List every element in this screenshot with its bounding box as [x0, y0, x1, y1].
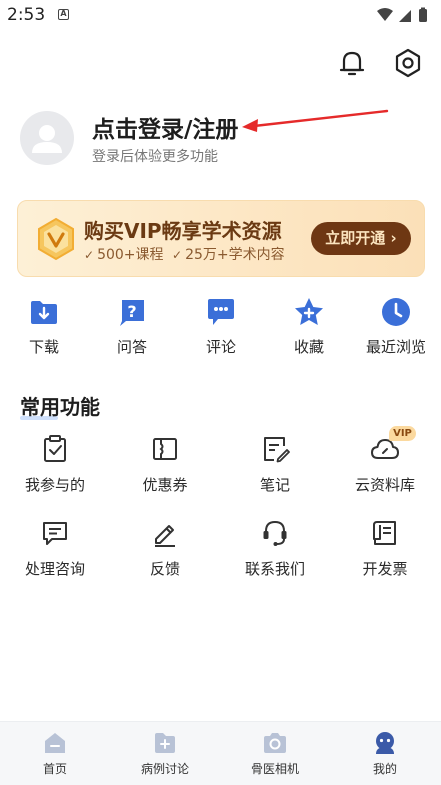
function-coupons[interactable]: 优惠券 [110, 434, 220, 495]
quick-action-qa[interactable]: ? 问答 [92, 296, 172, 357]
coupon-icon [153, 438, 177, 460]
home-icon [45, 733, 65, 753]
headset-icon [263, 520, 287, 546]
download-icon [31, 301, 57, 324]
nav-label: 骨医相机 [250, 762, 299, 776]
nav-case-discussion[interactable]: 病例讨论 [125, 730, 205, 777]
clipboard-check-icon [44, 435, 66, 462]
function-label: 反馈 [149, 560, 180, 578]
status-time: 2:53 [7, 5, 46, 25]
function-feedback[interactable]: 反馈 [110, 518, 220, 579]
status-system-icons [377, 7, 427, 22]
function-contact-us[interactable]: 联系我们 [220, 518, 330, 579]
quick-action-download[interactable]: 下载 [4, 296, 84, 357]
quick-action-favorites[interactable]: 收藏 [269, 296, 349, 357]
quick-action-comment[interactable]: 评论 [181, 296, 261, 357]
notification-a-icon: A [58, 9, 69, 20]
vip-title: 购买VIP畅享学术资源 [84, 219, 282, 243]
function-my-participation[interactable]: 我参与的 [0, 434, 110, 495]
pen-icon [155, 525, 175, 547]
nav-label: 我的 [372, 762, 397, 776]
bell-icon[interactable] [335, 46, 369, 80]
vip-feature-content: ✓ 25万+学术内容 [172, 247, 285, 263]
note-icon [264, 437, 290, 463]
function-label: 笔记 [259, 476, 290, 494]
clock-icon [382, 298, 410, 326]
function-label: 开发票 [362, 560, 408, 578]
section-title: 常用功能 [20, 395, 100, 419]
annotation-arrow [242, 109, 389, 132]
function-cloud-library[interactable]: 云资料库 [330, 434, 440, 495]
function-label: 处理咨询 [24, 560, 85, 578]
quick-action-recent[interactable]: 最近浏览 [356, 296, 436, 357]
settings-gear-icon[interactable] [391, 46, 425, 80]
login-register-link[interactable]: 点击登录/注册 [92, 110, 238, 144]
invoice-icon [373, 521, 396, 545]
question-icon: ? [120, 300, 144, 326]
vip-tag-badge: VIP [389, 426, 416, 441]
battery-icon [419, 9, 427, 22]
quick-action-label: 收藏 [293, 338, 324, 356]
nav-camera[interactable]: 骨医相机 [235, 730, 315, 777]
nav-label: 病例讨论 [140, 762, 189, 776]
vip-banner[interactable]: 购买VIP畅享学术资源 ✓ 500+课程 ✓ 25万+学术内容 立即开通 › [17, 200, 425, 277]
quick-action-label: 下载 [28, 338, 59, 356]
profile-icon [376, 732, 394, 754]
status-bar: 2:53 A [0, 0, 441, 30]
check-icon: ✓ [84, 248, 95, 262]
quick-action-label: 评论 [205, 338, 236, 356]
quick-action-label: 问答 [116, 338, 147, 356]
nav-label: 首页 [42, 762, 67, 776]
camera-icon [264, 733, 286, 753]
vip-activate-button[interactable]: 立即开通 › [311, 222, 411, 255]
default-user-icon [32, 125, 62, 153]
function-handle-consult[interactable]: 处理咨询 [0, 518, 110, 579]
case-discussion-icon [155, 733, 175, 753]
signal-icon [399, 10, 411, 22]
check-icon: ✓ [172, 248, 183, 262]
function-notes[interactable]: 笔记 [220, 434, 330, 495]
login-subtitle: 登录后体验更多功能 [92, 149, 218, 165]
bottom-nav: 首页 病例讨论 骨医相机 我的 [0, 721, 441, 785]
vip-badge-icon [38, 217, 74, 261]
function-label: 优惠券 [142, 476, 188, 494]
avatar[interactable] [20, 111, 74, 165]
wifi-icon [377, 8, 393, 21]
comment-icon [208, 299, 234, 325]
quick-action-label: 最近浏览 [365, 338, 426, 356]
function-label: 云资料库 [354, 476, 415, 494]
nav-home[interactable]: 首页 [15, 730, 95, 777]
svg-text:?: ? [127, 302, 136, 321]
vip-feature-courses: ✓ 500+课程 [84, 247, 164, 263]
function-label: 我参与的 [24, 476, 85, 494]
star-icon [295, 298, 323, 325]
nav-mine[interactable]: 我的 [345, 730, 425, 777]
chat-icon [43, 522, 67, 545]
function-invoice[interactable]: 开发票 [330, 518, 440, 579]
function-label: 联系我们 [244, 560, 305, 578]
